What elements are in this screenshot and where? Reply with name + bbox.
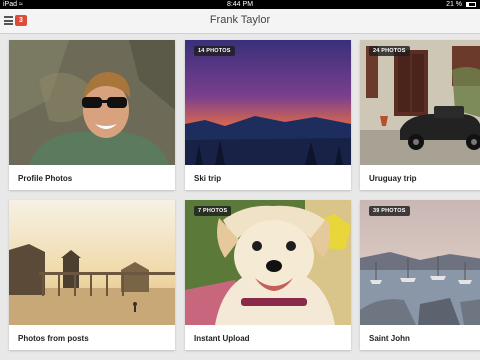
photo-count-badge: 14 PHOTOS: [194, 46, 235, 56]
status-bar: iPad ≈ 8:44 PM 21 %: [0, 0, 480, 9]
album-caption: Profile Photos: [18, 174, 73, 183]
album-cover-image: [185, 200, 351, 325]
battery-icon: [466, 1, 476, 7]
album-card-uruguay-trip[interactable]: 24 PHOTOS Uruguay trip: [360, 40, 480, 190]
album-cover-image: [9, 40, 175, 165]
app-header: 3 Frank Taylor: [0, 9, 480, 34]
clock: 8:44 PM: [226, 1, 254, 8]
album-card-ski-trip[interactable]: 14 PHOTOS Ski trip: [185, 40, 351, 190]
album-caption: Instant Upload: [194, 334, 250, 343]
album-cover-image: [360, 40, 480, 165]
album-cover-image: [185, 40, 351, 165]
album-caption: Ski trip: [194, 174, 222, 183]
page-title: Frank Taylor: [209, 14, 271, 26]
album-card-profile-photos[interactable]: Profile Photos: [9, 40, 175, 190]
photo-count-badge: 39 PHOTOS: [369, 206, 410, 216]
album-caption: Uruguay trip: [369, 174, 417, 183]
album-card-instant-upload[interactable]: 7 PHOTOS Instant Upload: [185, 200, 351, 350]
album-caption: Photos from posts: [18, 334, 89, 343]
album-card-photos-from-posts[interactable]: Photos from posts: [9, 200, 175, 350]
album-cover-image: [360, 200, 480, 325]
album-caption: Saint John: [369, 334, 410, 343]
battery-status: 21 %: [446, 0, 476, 9]
photo-count-badge: 24 PHOTOS: [369, 46, 410, 56]
album-cover-image: [9, 200, 175, 325]
battery-text: 21 %: [446, 1, 463, 8]
photo-count-badge: 7 PHOTOS: [194, 206, 232, 216]
album-card-saint-john[interactable]: 39 PHOTOS Saint John: [360, 200, 480, 350]
